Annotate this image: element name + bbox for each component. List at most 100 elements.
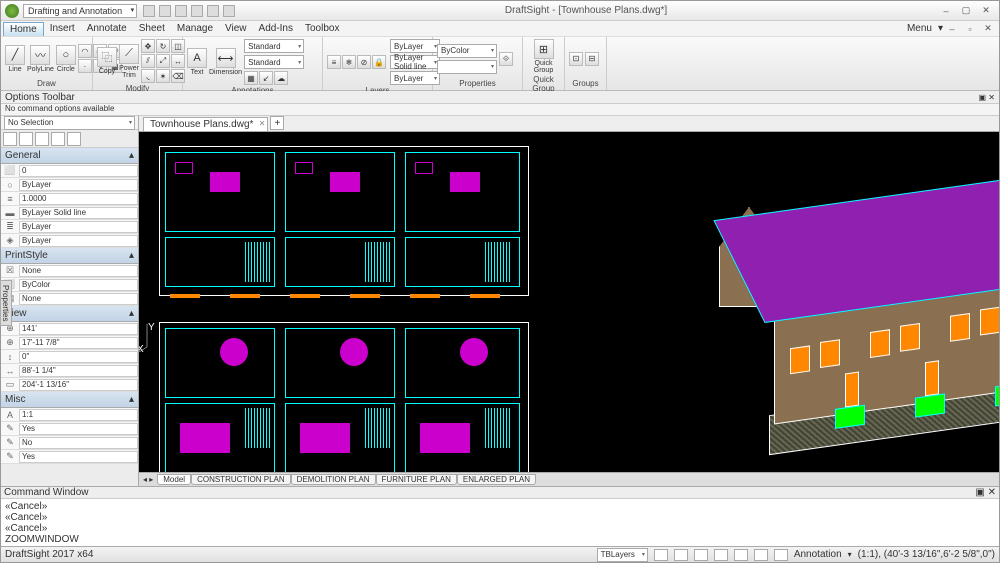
print-icon[interactable]	[191, 5, 203, 17]
save-icon[interactable]	[175, 5, 187, 17]
prop-value[interactable]: None	[19, 265, 138, 277]
move-icon[interactable]: ✥	[141, 39, 155, 53]
tab-close-icon[interactable]: ✕	[259, 119, 266, 128]
tab-insert[interactable]: Insert	[44, 22, 81, 35]
point-icon[interactable]: ·	[78, 59, 92, 73]
explode-icon[interactable]: ✶	[156, 69, 170, 83]
tab-manage[interactable]: Manage	[171, 22, 219, 35]
prop-value[interactable]: 88'-1 1/4"	[19, 365, 138, 377]
property-row[interactable]: ☒None	[1, 264, 138, 278]
open-icon[interactable]	[159, 5, 171, 17]
offset-icon[interactable]: ⫽	[141, 54, 155, 68]
grid-toggle[interactable]	[674, 549, 688, 561]
layer-mgr-icon[interactable]: ≡	[327, 55, 341, 69]
match-props-icon[interactable]: ⟐	[499, 52, 513, 66]
doc-restore[interactable]: ▫	[961, 23, 979, 35]
copy-icon[interactable]: ⿻	[97, 47, 117, 67]
properties-side-tab[interactable]: Properties	[1, 280, 12, 326]
dimension-icon[interactable]: ⟷	[216, 48, 236, 68]
section-general[interactable]: General▴	[1, 148, 138, 164]
sheet-tab-enlarged[interactable]: ENLARGED PLAN	[457, 474, 536, 485]
color-dropdown[interactable]: ByColor	[437, 44, 497, 58]
tab-annotate[interactable]: Annotate	[81, 22, 133, 35]
property-row[interactable]: ⬜ByColor	[1, 278, 138, 292]
ungroup-icon[interactable]: ⊟	[585, 52, 599, 66]
prop-value[interactable]: ByLayer	[19, 235, 138, 247]
polyline-icon[interactable]: 〰	[30, 45, 50, 65]
layer-freeze-icon[interactable]: ❄	[342, 55, 356, 69]
tab-toolbox[interactable]: Toolbox	[299, 22, 345, 35]
prop-value[interactable]: No	[19, 437, 138, 449]
property-row[interactable]: ≡1.0000	[1, 192, 138, 206]
maximize-button[interactable]: ▢	[957, 5, 975, 17]
quick-group-icon[interactable]: ⊞	[534, 39, 554, 59]
property-row[interactable]: ↕0"	[1, 350, 138, 364]
property-row[interactable]: ⊕17'-11 7/8"	[1, 336, 138, 350]
undo-icon[interactable]	[207, 5, 219, 17]
leader-icon[interactable]: ↙	[259, 71, 273, 85]
prop-value[interactable]: Yes	[19, 423, 138, 435]
menu-dropdown[interactable]: Menu	[901, 22, 938, 35]
prop-value[interactable]: 0"	[19, 351, 138, 363]
property-row[interactable]: ⬜0	[1, 164, 138, 178]
circle-icon[interactable]: ○	[56, 45, 76, 65]
props-btn-4[interactable]	[51, 132, 65, 146]
ortho-toggle[interactable]	[694, 549, 708, 561]
fillet-icon[interactable]: ◟	[141, 69, 155, 83]
layer-off-icon[interactable]: ⊘	[357, 55, 371, 69]
sheet-tab-model[interactable]: Model	[157, 474, 191, 485]
cloud-icon[interactable]: ☁	[274, 71, 288, 85]
scale-icon[interactable]: ⤢	[156, 54, 170, 68]
esnap-toggle[interactable]	[734, 549, 748, 561]
prop-value[interactable]: ByLayer Solid line	[19, 207, 138, 219]
prop-value[interactable]: ByLayer	[19, 221, 138, 233]
prop-value[interactable]: 1.0000	[19, 193, 138, 205]
prop-value[interactable]: 0	[19, 165, 138, 177]
prop-value[interactable]: 141'	[19, 323, 138, 335]
annot-scale[interactable]: Annotation	[794, 549, 842, 560]
layer-color-dropdown[interactable]: ByLayer	[390, 39, 440, 53]
workspace-dropdown[interactable]: Drafting and Annotation	[23, 4, 137, 18]
minimize-button[interactable]: –	[937, 5, 955, 17]
doc-close[interactable]: ✕	[979, 23, 997, 35]
property-row[interactable]: ○ByLayer	[1, 178, 138, 192]
prop-value[interactable]: ByColor	[19, 279, 138, 291]
tab-view[interactable]: View	[219, 22, 253, 35]
drawing-canvas[interactable]: YX	[139, 132, 999, 472]
property-row[interactable]: ✎Yes	[1, 450, 138, 464]
property-row[interactable]: ▬ByLayer Solid line	[1, 206, 138, 220]
prop-value[interactable]: Yes	[19, 451, 138, 463]
layer-lock-icon[interactable]: 🔒	[372, 55, 386, 69]
redo-icon[interactable]	[223, 5, 235, 17]
new-icon[interactable]	[143, 5, 155, 17]
etrack-toggle[interactable]	[754, 549, 768, 561]
sheet-tab-demolition[interactable]: DEMOLITION PLAN	[291, 474, 376, 485]
tab-addins[interactable]: Add-Ins	[253, 22, 299, 35]
line-icon[interactable]: ╱	[5, 45, 25, 65]
linestyle-dropdown[interactable]: ByLayer Solid line	[390, 55, 440, 69]
sheet-tab-furniture[interactable]: FURNITURE PLAN	[376, 474, 457, 485]
arc-icon[interactable]: ◠	[78, 44, 92, 58]
prop-value[interactable]: 17'-11 7/8"	[19, 337, 138, 349]
props-btn-3[interactable]	[35, 132, 49, 146]
property-row[interactable]: ▭204'-1 13/16"	[1, 378, 138, 392]
tab-home[interactable]: Home	[3, 22, 44, 36]
groups-icon[interactable]: ⊡	[569, 52, 583, 66]
props-btn-5[interactable]	[67, 132, 81, 146]
selection-dropdown[interactable]: No Selection	[4, 116, 135, 130]
lw-toggle[interactable]	[774, 549, 788, 561]
sheet-tab-construction[interactable]: CONSTRUCTION PLAN	[191, 474, 291, 485]
new-tab-button[interactable]: +	[270, 116, 284, 130]
property-row[interactable]: ✎No	[1, 436, 138, 450]
prop-value[interactable]: ByLayer	[19, 179, 138, 191]
prop-value[interactable]: 1:1	[19, 409, 138, 421]
prop-value[interactable]: 204'-1 13/16"	[19, 379, 138, 391]
props-btn-2[interactable]	[19, 132, 33, 146]
layer-status-dropdown[interactable]: TBLayers	[597, 548, 648, 562]
table-icon[interactable]: ▦	[244, 71, 258, 85]
lineweight-dropdown[interactable]: ByLayer	[390, 71, 440, 85]
property-row[interactable]: ◈ByLayer	[1, 234, 138, 248]
section-misc[interactable]: Misc▴	[1, 392, 138, 408]
property-row[interactable]: A1:1	[1, 408, 138, 422]
text-icon[interactable]: A	[187, 48, 207, 68]
